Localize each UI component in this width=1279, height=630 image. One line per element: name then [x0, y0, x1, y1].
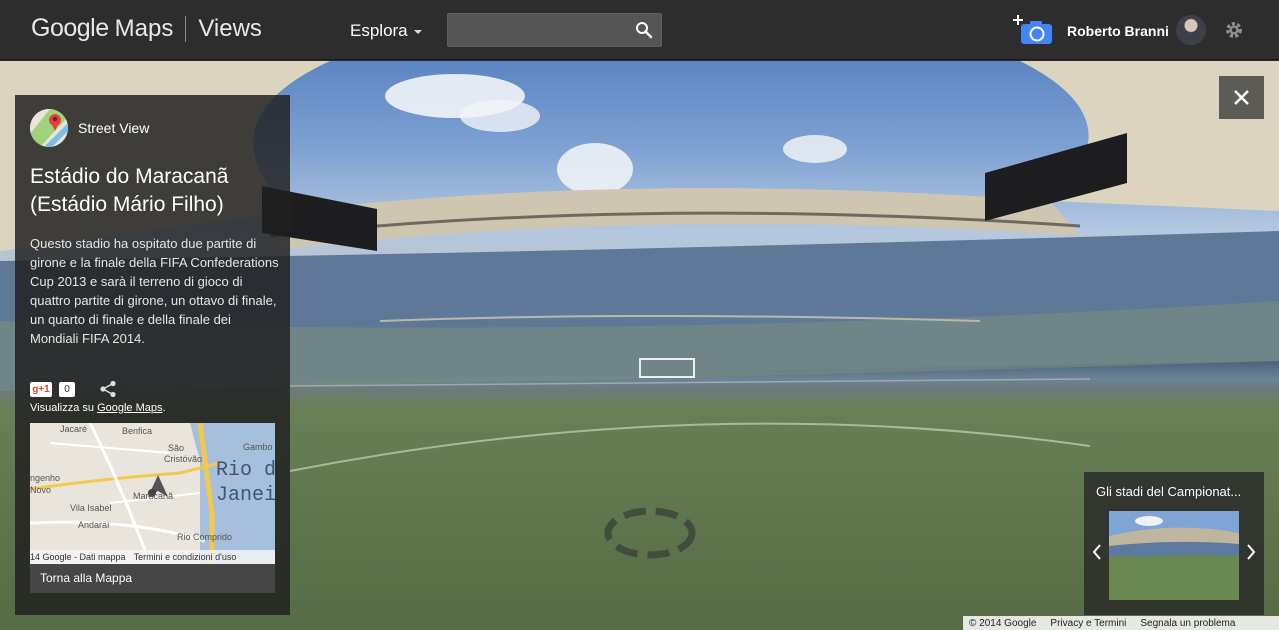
footer-copyright: © 2014 Google: [969, 617, 1037, 629]
search-icon[interactable]: [635, 21, 653, 39]
explore-label: Esplora: [350, 21, 408, 40]
collection-title[interactable]: Gli stadi del Campionat...: [1096, 484, 1256, 499]
collection-thumbnail[interactable]: [1109, 511, 1239, 600]
map-label-jacare: Jacaré: [60, 424, 87, 434]
gear-icon[interactable]: [1225, 21, 1243, 39]
street-view-label: Street View: [78, 120, 150, 136]
close-button[interactable]: [1219, 76, 1264, 119]
place-info-panel: Street View Estádio do Maracanã (Estádio…: [15, 95, 290, 615]
map-label-andarai: Andaraí: [78, 520, 110, 530]
mini-map[interactable]: Jacaré Benfica SãoCristóvão Gambo Rio de…: [30, 423, 275, 564]
street-view-logo-icon: [30, 109, 68, 147]
back-to-map-button[interactable]: Torna alla Mappa: [30, 564, 275, 593]
map-attribution: 14 Google - Dati mappa Termini e condizi…: [30, 550, 275, 564]
add-photo-icon[interactable]: [1012, 15, 1054, 45]
share-icon[interactable]: [99, 380, 117, 398]
map-data-credit: 14 Google - Dati mappa: [30, 552, 126, 562]
avatar[interactable]: [1176, 15, 1206, 45]
map-label-gambo: Gambo: [243, 442, 273, 452]
user-name[interactable]: Roberto Branni: [1067, 23, 1169, 39]
brand-views: Views: [198, 14, 262, 42]
footer-report-link[interactable]: Segnala un problema: [1140, 618, 1235, 629]
map-label-maracana: Maracanã: [133, 491, 173, 501]
gplus-count: 0: [59, 382, 75, 397]
map-label-rio-de: Rio de: [216, 459, 275, 482]
place-title: Estádio do Maracanã (Estádio Mário Filho…: [30, 165, 229, 216]
chevron-down-icon: [413, 30, 422, 34]
close-icon: [1234, 90, 1249, 105]
view-on-google-maps: Visualizza su Google Maps.: [30, 402, 166, 414]
brand-separator: [185, 15, 187, 42]
map-label-vila-isabel: Vila Isabel: [70, 503, 111, 513]
google-maps-link[interactable]: Google Maps: [97, 402, 162, 414]
collection-card[interactable]: Gli stadi del Campionat...: [1084, 472, 1264, 615]
brand-google: Google: [31, 14, 109, 42]
navigation-ring-icon[interactable]: [604, 507, 696, 559]
map-label-janeiro: Janeir: [216, 484, 275, 507]
top-bar: Google Maps Views Esplora Roberto Branni: [0, 0, 1279, 60]
brand-logo[interactable]: Google Maps Views: [31, 14, 262, 43]
map-terms-link[interactable]: Termini e condizioni d'uso: [134, 552, 237, 562]
map-label-benfica: Benfica: [122, 426, 152, 436]
chevron-right-icon[interactable]: [1246, 544, 1256, 560]
chevron-left-icon[interactable]: [1092, 544, 1102, 560]
explore-menu[interactable]: Esplora: [350, 21, 422, 41]
view-on-prefix: Visualizza su: [30, 402, 98, 414]
search-input[interactable]: [448, 14, 628, 46]
footer-bar: © 2014 Google Privacy e Termini Segnala …: [963, 616, 1279, 630]
search-box: [447, 13, 662, 47]
place-description: Questo stadio ha ospitato due partite di…: [30, 236, 279, 346]
view-on-suffix: .: [162, 402, 166, 414]
map-label-rio-comprido: Rio Comprido: [177, 532, 232, 542]
brand-maps: Maps: [114, 14, 174, 42]
mini-map-canvas: Jacaré Benfica SãoCristóvão Gambo Rio de…: [30, 423, 275, 564]
gplus-button[interactable]: g+1: [30, 382, 52, 397]
footer-privacy-link[interactable]: Privacy e Termini: [1050, 618, 1126, 629]
